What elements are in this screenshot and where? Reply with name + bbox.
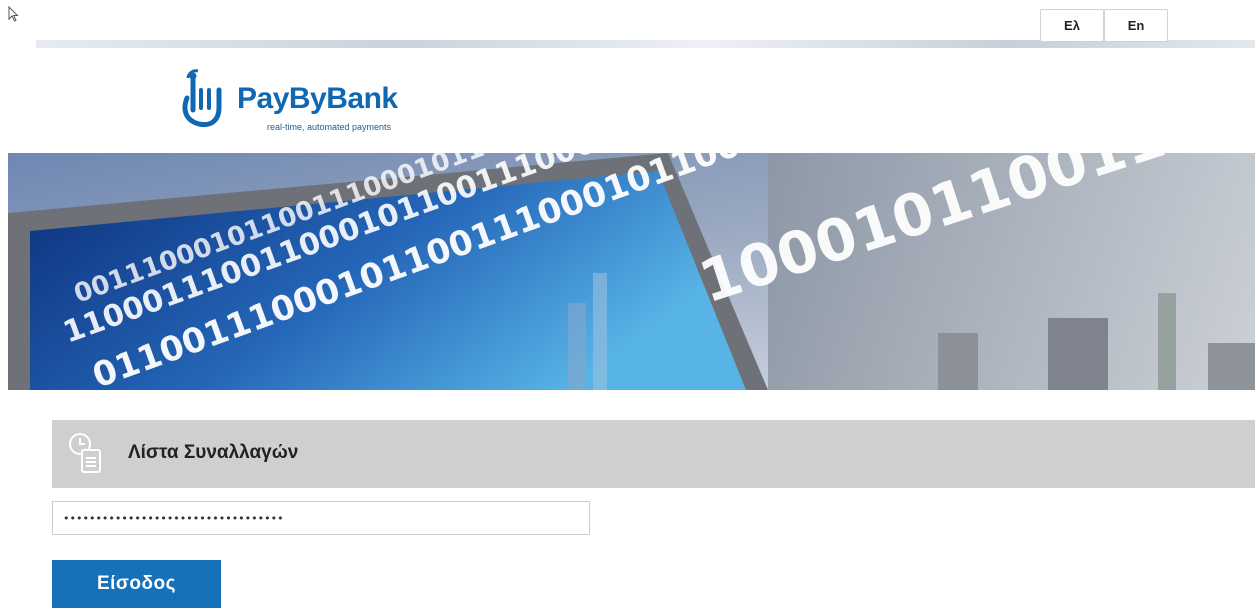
hand-touch-icon <box>182 69 222 128</box>
mouse-cursor-icon <box>8 6 19 22</box>
paybybank-logo[interactable]: PayByBank real-time, automated payments <box>175 68 435 134</box>
transactions-list-header: Λίστα Συναλλαγών <box>52 420 1255 488</box>
clock-document-icon <box>69 433 101 473</box>
language-english-button[interactable]: En <box>1104 9 1168 42</box>
hero-banner-image: 0110011100010110011100010110011100010110… <box>8 153 1255 390</box>
section-title: Λίστα Συναλλαγών <box>128 442 299 463</box>
login-button[interactable]: Είσοδος <box>52 560 221 608</box>
brand-tagline: real-time, automated payments <box>267 122 392 132</box>
password-input[interactable] <box>52 501 590 535</box>
brand-name: PayByBank <box>237 82 398 115</box>
language-greek-button[interactable]: Ελ <box>1040 9 1104 42</box>
